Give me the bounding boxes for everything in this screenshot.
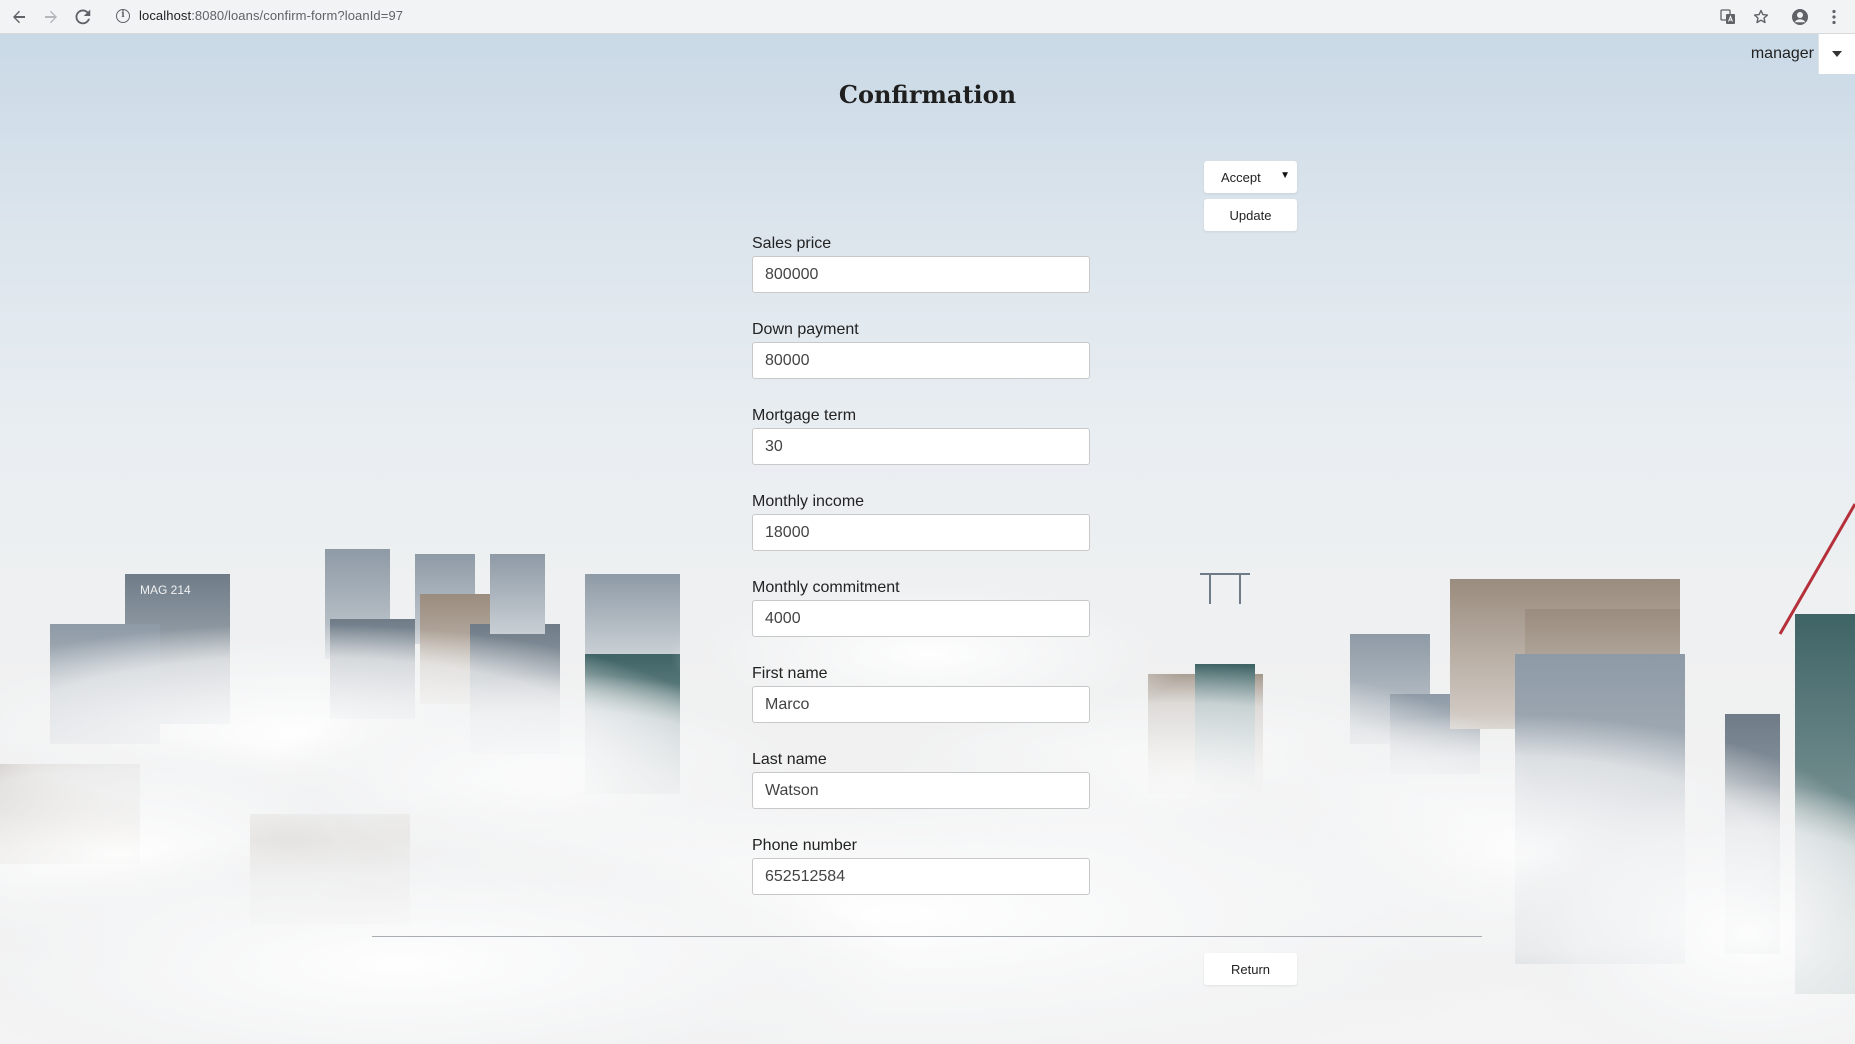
down-payment-input[interactable] xyxy=(752,342,1090,379)
bookmark-star-icon[interactable] xyxy=(1749,5,1773,29)
form-divider xyxy=(372,936,1482,937)
forward-icon[interactable] xyxy=(39,5,63,29)
profile-icon[interactable] xyxy=(1788,5,1812,29)
sales-price-label: Sales price xyxy=(752,235,832,252)
last-name-label: Last name xyxy=(752,751,827,768)
url-host: localhost xyxy=(139,8,192,23)
user-menu[interactable]: manager xyxy=(1751,34,1855,74)
first-name-input[interactable] xyxy=(752,686,1090,723)
phone-number-label: Phone number xyxy=(752,837,857,854)
sales-price-input[interactable] xyxy=(752,256,1090,293)
last-name-input[interactable] xyxy=(752,772,1090,809)
monthly-income-input[interactable] xyxy=(752,514,1090,551)
user-name: manager xyxy=(1750,45,1814,62)
translate-icon[interactable] xyxy=(1716,5,1740,29)
action-select-value: Accept xyxy=(1221,169,1261,185)
page-content: MAG 214 manager Confirmation Accept ▼ Up… xyxy=(0,34,1855,1044)
mortgage-term-input[interactable] xyxy=(752,428,1090,465)
user-menu-toggle[interactable] xyxy=(1818,34,1855,74)
monthly-income-label: Monthly income xyxy=(752,493,865,510)
down-payment-label: Down payment xyxy=(752,321,859,338)
monthly-commitment-label: Monthly commitment xyxy=(752,579,900,596)
update-button[interactable]: Update xyxy=(1204,199,1297,231)
first-name-label: First name xyxy=(752,665,828,682)
url-text[interactable]: localhost:8080/loans/confirm-form?loanId… xyxy=(139,8,403,23)
phone-number-input[interactable] xyxy=(752,858,1090,895)
site-info-icon[interactable]: i xyxy=(116,9,130,23)
reload-icon[interactable] xyxy=(71,5,95,29)
svg-text:MAG 214: MAG 214 xyxy=(140,583,191,597)
back-icon[interactable] xyxy=(7,5,31,29)
caret-down-icon xyxy=(1832,51,1842,57)
select-caret-icon: ▼ xyxy=(1280,170,1290,181)
action-select[interactable]: Accept ▼ xyxy=(1204,161,1297,193)
browser-toolbar: i localhost:8080/loans/confirm-form?loan… xyxy=(0,0,1855,34)
mortgage-term-label: Mortgage term xyxy=(752,407,857,424)
return-button[interactable]: Return xyxy=(1204,953,1297,985)
browser-menu-icon[interactable] xyxy=(1822,5,1846,29)
url-path: :8080/loans/confirm-form?loanId=97 xyxy=(191,8,404,23)
monthly-commitment-input[interactable] xyxy=(752,600,1090,637)
page-title: Confirmation xyxy=(838,80,1017,109)
